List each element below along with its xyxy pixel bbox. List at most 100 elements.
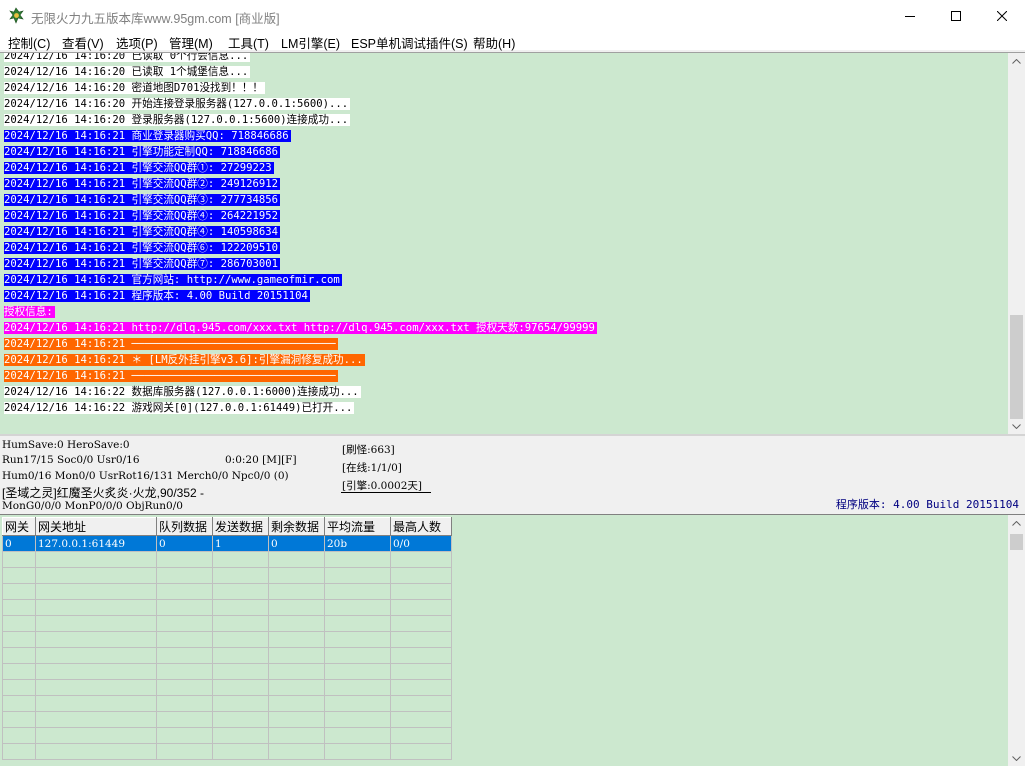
table-cell (324, 695, 391, 712)
table-cell (390, 743, 452, 760)
column-header[interactable]: 队列数据 (156, 517, 213, 536)
table-cell (156, 727, 213, 744)
log-line: 2024/12/16 14:16:21 引擎交流QQ群③: 277734856 (4, 192, 1002, 208)
table-cell (212, 711, 269, 728)
maximize-button[interactable] (933, 0, 979, 31)
table-row[interactable] (2, 743, 452, 760)
table-row[interactable] (2, 551, 452, 568)
table-row[interactable] (2, 647, 452, 664)
minimize-button[interactable] (887, 0, 933, 31)
column-header[interactable]: 平均流量 (324, 517, 391, 536)
table-cell (2, 679, 36, 696)
table-header-row: 网关 网关地址 队列数据 发送数据 剩余数据 平均流量 最高人数 (2, 517, 452, 536)
log-panel[interactable]: 2024/12/16 14:16:20 已读取 0个行会信息... 2024/12… (0, 52, 1025, 434)
log-scrollbar[interactable] (1008, 53, 1025, 434)
table-cell (268, 711, 325, 728)
menu-manage[interactable]: 管理(M) (169, 33, 213, 52)
close-button[interactable] (979, 0, 1025, 31)
grid-scroll-down-arrow-icon[interactable] (1008, 750, 1025, 766)
log-line: 2024/12/16 14:16:21 引擎交流QQ群⑦: 286703001 (4, 256, 1002, 272)
menu-options[interactable]: 选项(P) (116, 33, 158, 52)
grid-scroll-thumb[interactable] (1010, 534, 1023, 550)
menu-esp-plugin[interactable]: ESP单机调试插件(S) (351, 33, 468, 52)
table-cell (156, 567, 213, 584)
scroll-down-arrow-icon[interactable] (1008, 418, 1025, 434)
log-lines: 2024/12/16 14:16:20 已读取 0个行会信息... 2024/12… (4, 52, 1002, 416)
table-cell (35, 567, 157, 584)
menu-bar: 控制(C) 查看(V) 选项(P) 管理(M) 工具(T) LM引擎(E) ES… (0, 31, 1025, 51)
table-cell (268, 551, 325, 568)
status-run: Run17/15 Soc0/0 Usr0/16 (2, 454, 140, 466)
table-cell (324, 679, 391, 696)
table-cell (35, 583, 157, 600)
table-cell (35, 679, 157, 696)
column-header[interactable]: 剩余数据 (268, 517, 325, 536)
table-cell (268, 647, 325, 664)
table-row[interactable] (2, 631, 452, 648)
table-cell: 0 (2, 535, 36, 552)
table-cell (2, 727, 36, 744)
table-cell (212, 727, 269, 744)
log-line-text: 2024/12/16 14:16:22 数据库服务器(127.0.0.1:600… (4, 386, 361, 398)
grid-scrollbar[interactable] (1008, 515, 1025, 766)
table-cell (212, 631, 269, 648)
scroll-up-arrow-icon[interactable] (1008, 53, 1025, 70)
table-cell (212, 599, 269, 616)
table-cell (212, 743, 269, 760)
menu-lm-engine[interactable]: LM引擎(E) (281, 33, 340, 52)
minimize-icon (905, 15, 915, 17)
log-line: 2024/12/16 14:16:21 引擎交流QQ群②: 249126912 (4, 176, 1002, 192)
table-cell (390, 647, 452, 664)
log-scroll-thumb[interactable] (1010, 315, 1023, 419)
table-row[interactable] (2, 679, 452, 696)
table-cell (390, 551, 452, 568)
column-header[interactable]: 网关 (2, 517, 36, 536)
menu-tools[interactable]: 工具(T) (228, 33, 269, 52)
grid-scroll-up-arrow-icon[interactable] (1008, 515, 1025, 532)
column-header[interactable]: 网关地址 (35, 517, 157, 536)
table-row[interactable] (2, 583, 452, 600)
table-row[interactable] (2, 663, 452, 680)
table-cell (268, 679, 325, 696)
table-row[interactable] (2, 567, 452, 584)
table-cell (324, 647, 391, 664)
log-line-text: 2024/12/16 14:16:20 已读取 0个行会信息... (4, 52, 251, 62)
log-line: 2024/12/16 14:16:21 ＊ [LM反外挂引擎v3.6]:引擎漏洞… (4, 352, 1002, 368)
table-cell (35, 599, 157, 616)
column-header[interactable]: 最高人数 (390, 517, 452, 536)
table-cell (268, 615, 325, 632)
table-cell (156, 711, 213, 728)
table-cell (268, 663, 325, 680)
log-line-text: 2024/12/16 14:16:21 http://dlq.945.com/x… (4, 322, 597, 334)
table-cell (390, 583, 452, 600)
log-line-text: 2024/12/16 14:16:21 引擎功能定制QQ: 718846686 (4, 146, 281, 158)
window-title: 无限火力九五版本库www.95gm.com [商业版] (31, 12, 280, 26)
log-line: 2024/12/16 14:16:20 已读取 0个行会信息... (4, 52, 1002, 64)
log-line: 2024/12/16 14:16:21 程序版本: 4.00 Build 201… (4, 288, 1002, 304)
table-cell (156, 663, 213, 680)
table-row[interactable]: 0 127.0.0.1:61449 0 1 0 20b 0/0 (2, 535, 452, 552)
table-row[interactable] (2, 711, 452, 728)
log-line: 2024/12/16 14:16:20 登录服务器(127.0.0.1:5600… (4, 112, 1002, 128)
table-row[interactable] (2, 695, 452, 712)
table-cell (212, 679, 269, 696)
table-cell (212, 567, 269, 584)
gateway-table[interactable]: 网关 网关地址 队列数据 发送数据 剩余数据 平均流量 最高人数 0 127.0.0.1:61… (2, 517, 452, 760)
log-line: 2024/12/16 14:16:21 引擎交流QQ群④: 140598634 (4, 224, 1002, 240)
table-cell (156, 599, 213, 616)
gateway-grid-panel[interactable]: 网关 网关地址 队列数据 发送数据 剩余数据 平均流量 最高人数 0 127.0.0.1:61… (0, 514, 1025, 766)
table-cell (268, 583, 325, 600)
table-cell (324, 711, 391, 728)
engine-label: [引擎:0.0002天] (342, 480, 422, 492)
table-row[interactable] (2, 599, 452, 616)
column-header[interactable]: 发送数据 (212, 517, 269, 536)
menu-view[interactable]: 查看(V) (62, 33, 104, 52)
table-cell (268, 727, 325, 744)
table-cell (35, 663, 157, 680)
table-row[interactable] (2, 727, 452, 744)
table-cell (324, 743, 391, 760)
menu-help[interactable]: 帮助(H) (473, 33, 515, 52)
table-row[interactable] (2, 615, 452, 632)
log-line-text: 2024/12/16 14:16:21 引擎交流QQ群⑥: 122209510 (4, 242, 281, 254)
menu-control[interactable]: 控制(C) (8, 33, 50, 52)
